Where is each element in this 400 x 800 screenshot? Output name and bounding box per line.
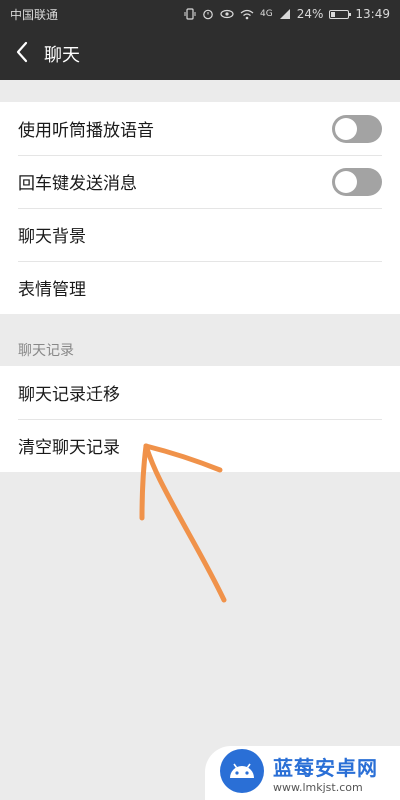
setting-earpiece-voice[interactable]: 使用听筒播放语音 <box>0 102 400 155</box>
enter-to-send-toggle[interactable] <box>332 167 382 196</box>
setting-label: 表情管理 <box>18 280 86 300</box>
toggle-knob <box>335 170 357 193</box>
watermark-title: 蓝莓安卓网 <box>273 756 378 780</box>
setting-label: 回车键发送消息 <box>18 174 137 194</box>
setting-label: 使用听筒播放语音 <box>18 121 154 141</box>
vibrate-icon <box>184 8 196 20</box>
setting-chat-background[interactable]: 聊天背景 <box>0 208 400 261</box>
settings-group: 使用听筒播放语音 回车键发送消息 聊天背景 表情管理 <box>0 102 400 314</box>
chat-history-clear[interactable]: 清空聊天记录 <box>0 419 400 472</box>
earpiece-voice-toggle[interactable] <box>332 114 382 143</box>
chat-history-migrate[interactable]: 聊天记录迁移 <box>0 366 400 419</box>
back-arrow-icon <box>15 41 29 67</box>
carrier-name: 中国联通 <box>10 7 59 22</box>
setting-enter-to-send[interactable]: 回车键发送消息 <box>0 155 400 208</box>
page-title: 聊天 <box>44 45 80 66</box>
toggle-knob <box>335 117 357 140</box>
network-type: 4G <box>260 9 273 19</box>
setting-label: 聊天背景 <box>18 227 86 247</box>
watermark-text: 蓝莓安卓网 www.lmkjst.com <box>273 752 378 794</box>
watermark-badge: 蓝莓安卓网 www.lmkjst.com <box>205 746 400 800</box>
battery-icon <box>329 9 352 19</box>
section-header-chat-history: 聊天记录 <box>18 343 74 359</box>
status-bar: 中国联通 4G 24% 13:49 <box>0 0 400 28</box>
battery-fill <box>331 11 336 17</box>
battery-percent: 24% <box>296 7 324 21</box>
signal-icon <box>279 8 291 20</box>
chat-history-group: 聊天记录迁移 清空聊天记录 <box>0 366 400 472</box>
alarm-icon <box>202 8 214 20</box>
android-robot-icon <box>219 748 265 798</box>
watermark-url: www.lmkjst.com <box>273 781 363 794</box>
eye-icon <box>220 8 234 20</box>
setting-label: 清空聊天记录 <box>18 438 120 458</box>
setting-sticker-management[interactable]: 表情管理 <box>0 261 400 314</box>
status-icons: 4G 24% 13:49 <box>184 7 390 21</box>
back-button[interactable] <box>0 28 44 80</box>
wifi-icon <box>240 8 254 20</box>
clock: 13:49 <box>355 7 390 21</box>
setting-label: 聊天记录迁移 <box>18 385 120 405</box>
title-bar: 聊天 <box>0 28 400 80</box>
